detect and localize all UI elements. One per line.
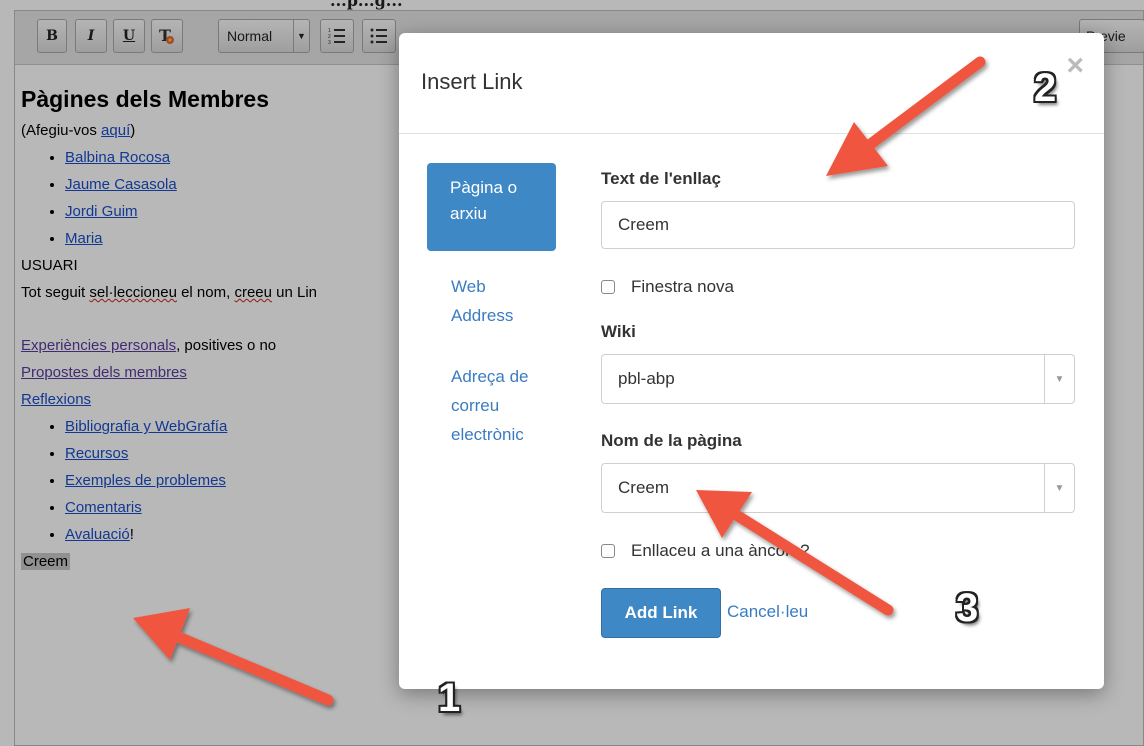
- cancel-link[interactable]: Cancel·leu: [727, 602, 808, 622]
- step-number-3: 3: [956, 586, 979, 630]
- dialog-header: Insert Link ×: [399, 33, 1104, 134]
- anchor-checkbox[interactable]: [601, 544, 615, 558]
- anchor-label: Enllaceu a una àncora?: [631, 541, 810, 560]
- tab-email-address[interactable]: Adreça de correu electrònic: [451, 362, 551, 449]
- tab-web-address[interactable]: Web Address: [451, 272, 531, 330]
- close-icon[interactable]: ×: [1066, 49, 1084, 83]
- new-window-label: Finestra nova: [631, 277, 734, 296]
- tab-page-or-file[interactable]: Pàgina o arxiu: [427, 163, 556, 251]
- chevron-down-icon: ▼: [1044, 464, 1074, 512]
- wiki-select-value: pbl-abp: [618, 369, 675, 388]
- wiki-label: Wiki: [601, 322, 636, 341]
- add-link-button[interactable]: Add Link: [601, 588, 721, 638]
- link-text-label: Text de l'enllaç: [601, 169, 721, 188]
- dialog-title: Insert Link: [421, 69, 523, 94]
- step-number-2: 2: [1034, 66, 1057, 110]
- insert-link-dialog: Insert Link × Pàgina o arxiu Web Address…: [399, 33, 1104, 689]
- page-name-select[interactable]: Creem ▼: [601, 463, 1075, 513]
- wiki-select[interactable]: pbl-abp ▼: [601, 354, 1075, 404]
- new-window-checkbox[interactable]: [601, 280, 615, 294]
- anchor-option[interactable]: Enllaceu a una àncora?: [601, 541, 810, 561]
- new-window-option[interactable]: Finestra nova: [601, 277, 734, 297]
- step-number-1: 1: [438, 676, 461, 720]
- link-text-input[interactable]: [601, 201, 1075, 249]
- chevron-down-icon: ▼: [1044, 355, 1074, 403]
- page-name-select-value: Creem: [618, 478, 670, 497]
- page-name-label: Nom de la pàgina: [601, 431, 742, 450]
